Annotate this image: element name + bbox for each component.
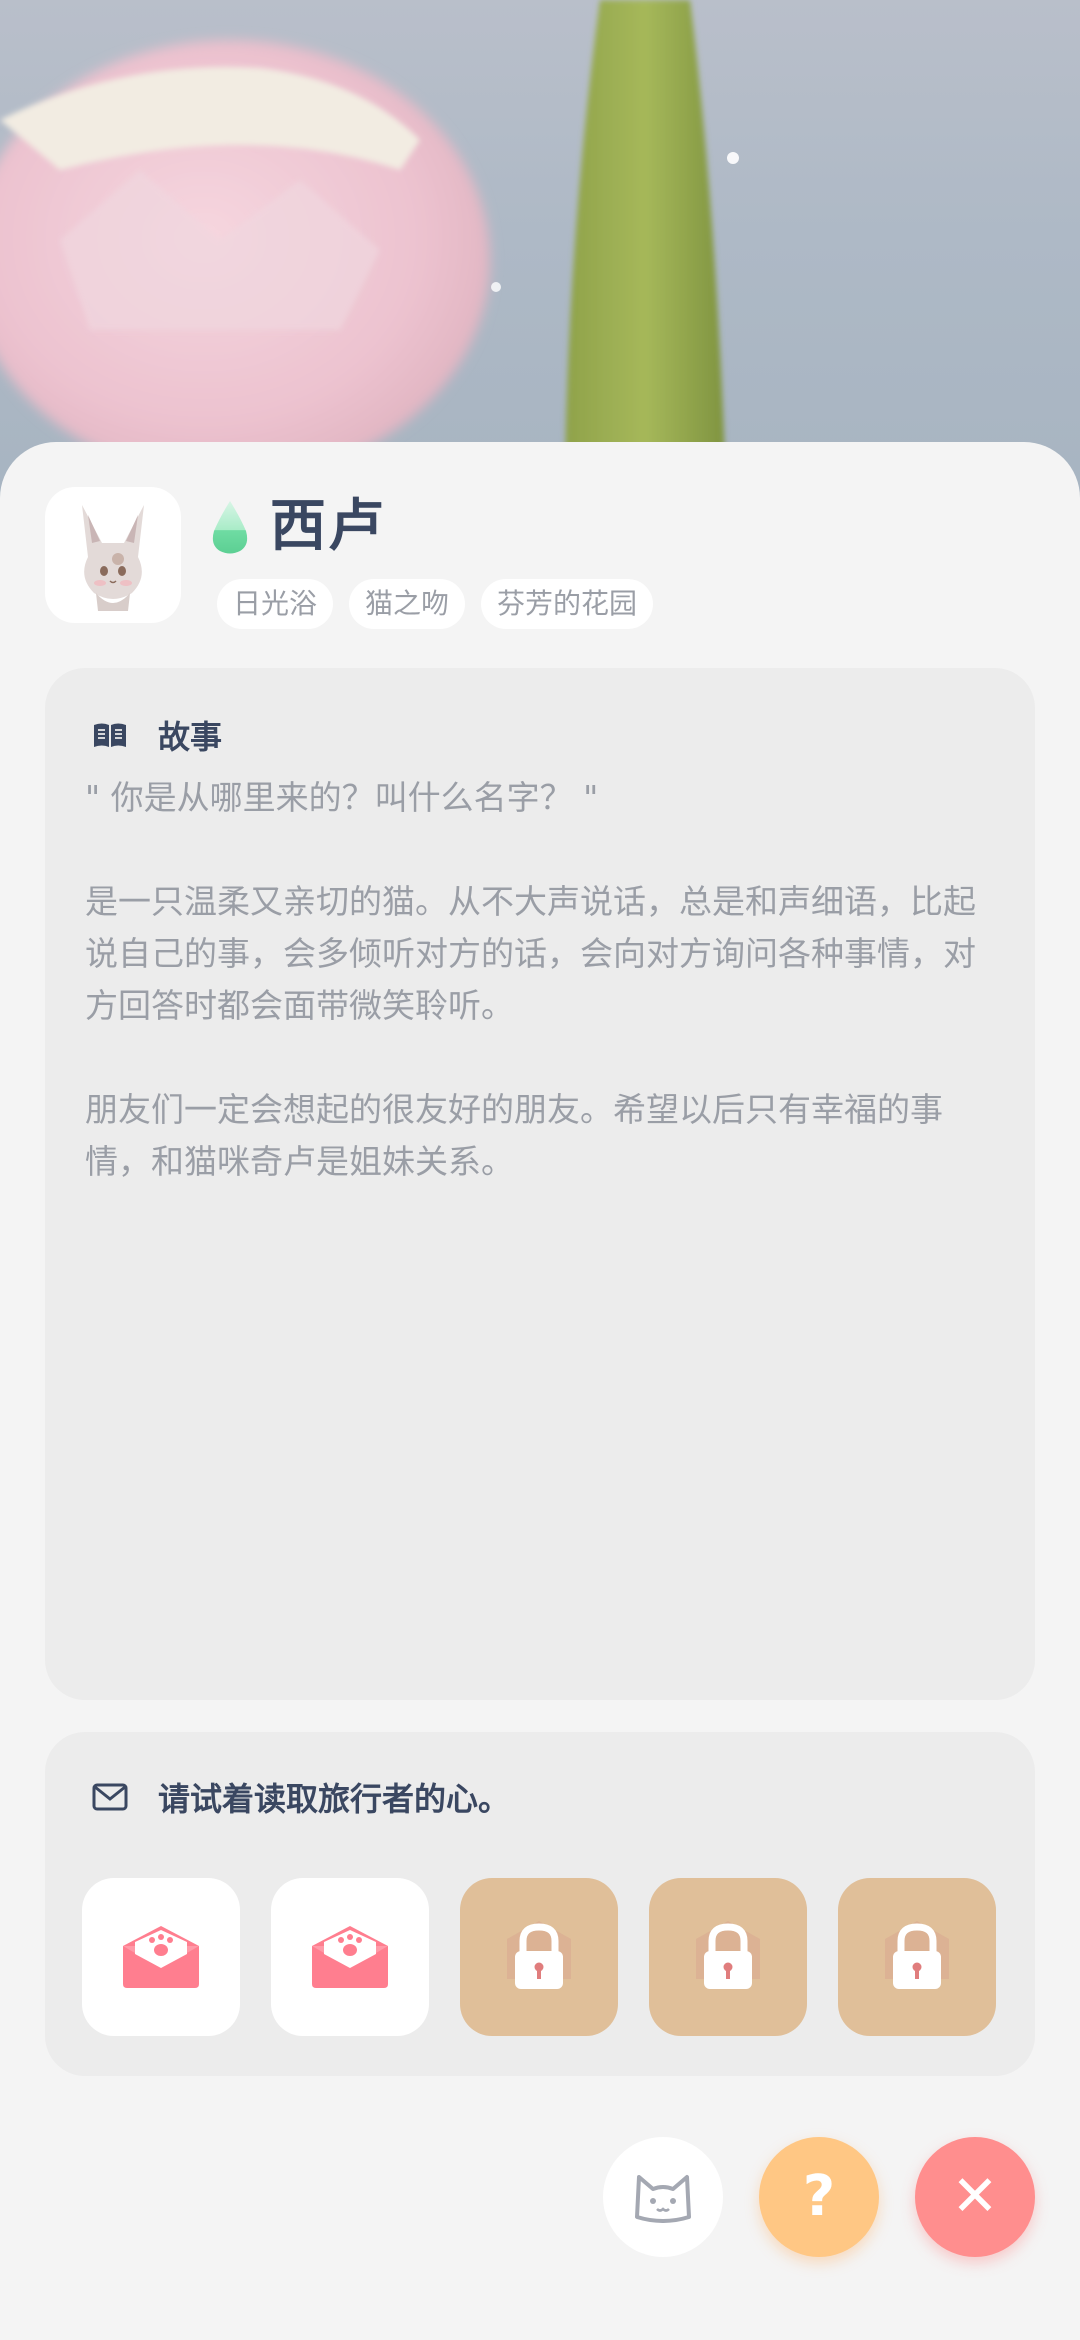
story-paragraph: " 你是从哪里来的？叫什么名字？ ": [85, 778, 599, 817]
question-icon: ?: [802, 2164, 836, 2229]
cat-face-icon: [635, 2175, 691, 2223]
story-title: 故事: [158, 718, 223, 756]
character-avatar: [45, 487, 181, 623]
close-icon: ✕: [951, 2164, 999, 2229]
lock-icon: [696, 1921, 760, 1989]
story-paragraph: 朋友们一定会想起的很友好的朋友。希望以后只有幸福的事情，和猫咪奇卢是姐妹关系。: [85, 1090, 943, 1181]
help-button[interactable]: ?: [759, 2137, 879, 2257]
character-header: 西卢 日光浴 猫之吻 芬芳的花园: [45, 487, 1035, 637]
heart-slot-unlocked[interactable]: [271, 1878, 429, 2036]
heart-slot-locked[interactable]: [649, 1878, 807, 2036]
cat-avatar-illustration: [82, 505, 144, 611]
hearts-header: 请试着读取旅行者的心。: [92, 1774, 510, 1820]
tag-chip: 芬芳的花园: [481, 579, 654, 629]
cat-button[interactable]: [603, 2137, 723, 2257]
story-card[interactable]: 故事 " 你是从哪里来的？叫什么名字？ " 是一只温柔又亲切的猫。从不大声说话，…: [45, 668, 1035, 1700]
character-tags: 日光浴 猫之吻 芬芳的花园: [217, 579, 654, 629]
traveler-hearts-card: 请试着读取旅行者的心。: [45, 1732, 1035, 2076]
character-name: 西卢: [270, 494, 386, 559]
tag-chip: 猫之吻: [349, 579, 466, 629]
tag-chip: 日光浴: [217, 579, 334, 629]
story-paragraph: 是一只温柔又亲切的猫。从不大声说话，总是和声细语，比起说自己的事，会多倾听对方的…: [85, 882, 976, 1025]
water-drop-icon: [212, 501, 248, 554]
heart-slot-locked[interactable]: [838, 1878, 996, 2036]
hearts-title: 请试着读取旅行者的心。: [158, 1780, 511, 1818]
lock-icon: [885, 1921, 949, 1989]
paw-envelope-icon: [123, 1926, 199, 1988]
lock-icon: [507, 1921, 571, 1989]
book-icon: [94, 723, 126, 747]
paw-envelope-icon: [312, 1926, 388, 1988]
heart-slots: [82, 1878, 996, 2036]
heart-slot-unlocked[interactable]: [82, 1878, 240, 2036]
story-text: " 你是从哪里来的？叫什么名字？ " 是一只温柔又亲切的猫。从不大声说话，总是和…: [85, 772, 1005, 1188]
close-button[interactable]: ✕: [915, 2137, 1035, 2257]
mail-icon: [92, 1783, 128, 1811]
story-header: 故事: [92, 712, 222, 758]
heart-slot-locked[interactable]: [460, 1878, 618, 2036]
